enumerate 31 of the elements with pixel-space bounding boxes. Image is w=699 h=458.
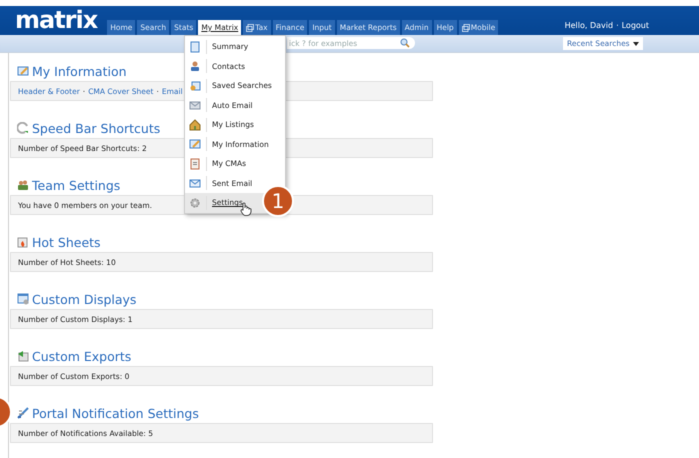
separator: · <box>616 21 619 30</box>
section-title: Hot Sheets <box>32 234 101 250</box>
section-icon <box>17 293 29 305</box>
section-title: Team Settings <box>32 178 120 192</box>
section-title: Custom Exports <box>32 348 132 364</box>
section-title: Speed Bar Shortcuts <box>32 120 160 136</box>
logo[interactable]: matrix <box>15 7 98 33</box>
greeting: Hello, David <box>564 21 614 30</box>
menu-item-icon <box>189 80 201 92</box>
logout-link[interactable]: Logout <box>622 21 649 30</box>
menu-item-icon <box>189 99 201 112</box>
menu-item-icon <box>189 196 201 209</box>
menu-item-icon <box>189 118 201 131</box>
menu-item-icon <box>189 40 201 53</box>
search-icon[interactable] <box>400 38 410 48</box>
section-title: Portal Notification Settings <box>32 406 199 420</box>
windows-icon <box>462 24 470 32</box>
section-title: My Information <box>32 64 127 78</box>
section-title: Custom Displays <box>32 292 136 306</box>
section-icon <box>17 236 29 248</box>
section-icon <box>17 122 29 134</box>
windows-icon <box>246 24 254 32</box>
menu-item-icon <box>189 60 201 72</box>
caret-icon <box>633 42 639 46</box>
section-icon <box>17 179 29 191</box>
menu-item-icon <box>189 158 201 170</box>
menu-item-icon <box>189 177 201 190</box>
section-icon <box>17 350 29 362</box>
menu-item-icon <box>189 138 201 150</box>
section-icon <box>17 65 29 77</box>
section-icon <box>17 407 29 419</box>
